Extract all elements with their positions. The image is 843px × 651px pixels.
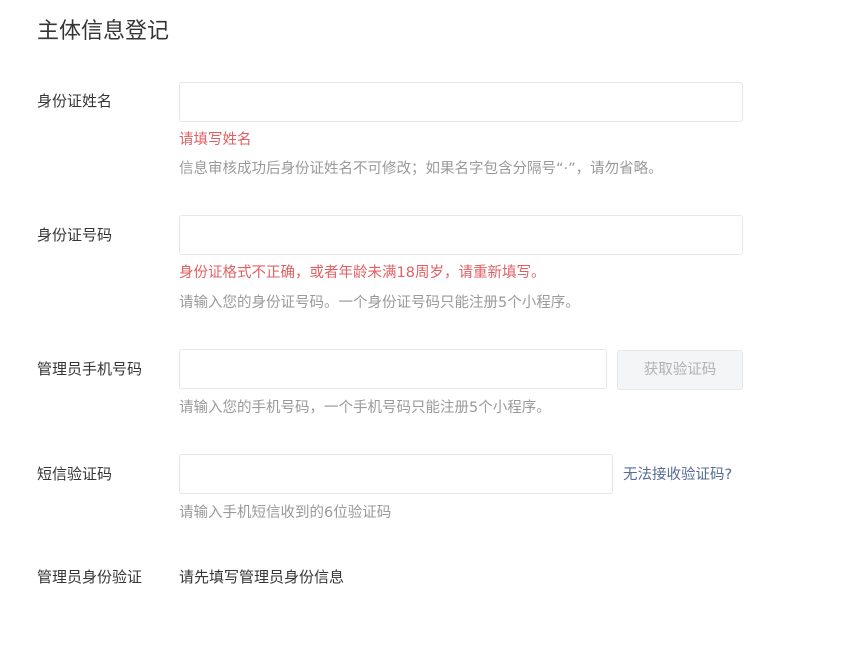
admin-verify-value: 请先填写管理员身份信息 — [179, 568, 345, 586]
admin-phone-label: 管理员手机号码 — [37, 360, 143, 378]
id-name-input[interactable] — [179, 82, 743, 122]
sms-code-input[interactable] — [179, 454, 613, 494]
sms-code-tip: 请输入手机短信收到的6位验证码 — [179, 505, 392, 521]
page-title: 主体信息登记 — [37, 19, 170, 44]
id-number-label: 身份证号码 — [37, 226, 113, 244]
admin-phone-tip: 请输入您的手机号码，一个手机号码只能注册5个小程序。 — [179, 400, 551, 416]
id-number-input[interactable] — [179, 215, 743, 255]
id-name-label: 身份证姓名 — [37, 92, 113, 110]
admin-phone-input[interactable] — [179, 349, 607, 389]
id-number-error: 身份证格式不正确，或者年龄未满18周岁，请重新填写。 — [179, 265, 546, 281]
sms-code-label: 短信验证码 — [37, 465, 113, 483]
get-code-button[interactable]: 获取验证码 — [617, 350, 743, 390]
id-name-tip: 信息审核成功后身份证姓名不可修改；如果名字包含分隔号“·”，请勿省略。 — [179, 161, 663, 177]
id-number-tip: 请输入您的身份证号码。一个身份证号码只能注册5个小程序。 — [179, 295, 580, 311]
id-name-error: 请填写姓名 — [179, 132, 252, 148]
cannot-receive-code-link[interactable]: 无法接收验证码? — [623, 464, 732, 486]
registration-page: 主体信息登记 身份证姓名 请填写姓名 信息审核成功后身份证姓名不可修改；如果名字… — [0, 0, 843, 651]
admin-verify-label: 管理员身份验证 — [37, 568, 143, 586]
